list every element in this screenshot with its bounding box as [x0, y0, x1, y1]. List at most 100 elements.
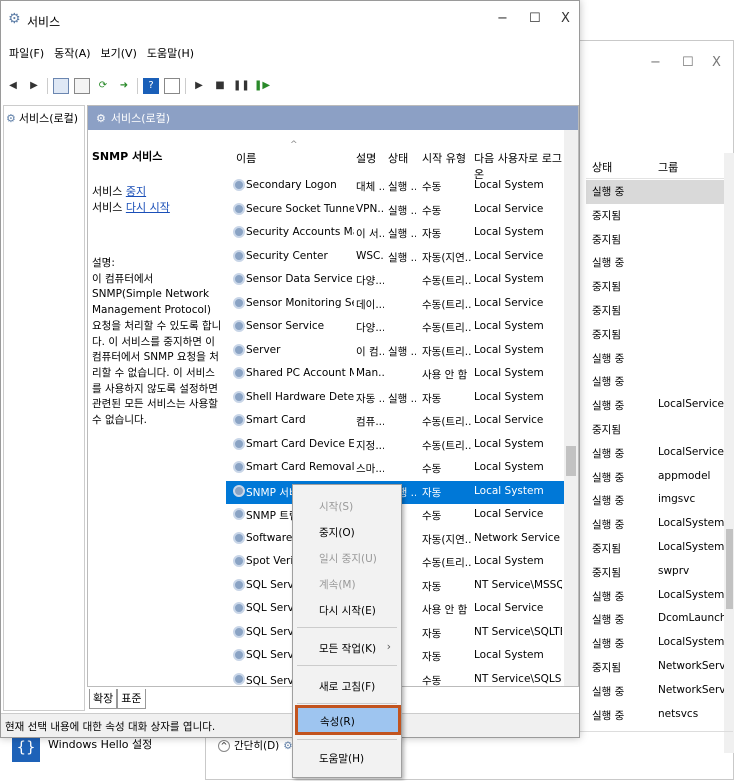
service-startup: 자동: [422, 651, 442, 663]
menu-item-stop[interactable]: 중지(O): [293, 519, 401, 545]
maximize-button[interactable]: ☐: [682, 55, 694, 70]
table-row[interactable]: 실행 중 appmodel: [586, 466, 726, 490]
view-icon[interactable]: [164, 78, 180, 94]
table-row[interactable]: 중지됨: [586, 323, 726, 347]
column-desc-header[interactable]: 설명: [356, 150, 376, 166]
table-row[interactable]: 실행 중 LocalServiceAn...: [586, 394, 734, 418]
table-row[interactable]: Security Center WSC... 실행 ... 자동(지연...Local…: [226, 246, 564, 270]
tree-item-services-local[interactable]: ⚙ 서비스(로컬): [6, 110, 78, 126]
scrollbar-thumb[interactable]: [726, 529, 733, 609]
table-row[interactable]: 실행 중 NetworkService: [586, 680, 734, 704]
properties-icon[interactable]: [74, 78, 90, 94]
table-row[interactable]: 실행 중: [586, 347, 726, 371]
table-row[interactable]: Server 이 컴... 실행 ... 자동(트리...Local System: [226, 340, 564, 364]
service-gear-icon: [233, 343, 245, 356]
menu-item-properties[interactable]: 속성(R): [295, 705, 401, 735]
menu-view[interactable]: 보기(V): [101, 45, 137, 67]
table-row[interactable]: 실행 중 LocalService: [586, 442, 726, 466]
menu-item-start[interactable]: 시작(S): [293, 493, 401, 519]
refresh-icon[interactable]: ⟳: [95, 78, 111, 94]
row-status: 실행 중: [592, 376, 625, 389]
title-bar[interactable]: ⚙ 서비스 − ☐ X: [1, 1, 579, 39]
row-status: 중지됨: [592, 304, 621, 317]
stop-icon[interactable]: ■: [212, 78, 228, 94]
stop-service-link[interactable]: 중지: [126, 185, 146, 198]
scrollbar[interactable]: [564, 130, 578, 686]
tab-standard[interactable]: 표준: [117, 689, 146, 709]
table-row[interactable]: 중지됨: [586, 299, 726, 323]
column-group-header[interactable]: 그룹: [658, 159, 678, 175]
menu-item-refresh[interactable]: 새로 고침(F): [293, 673, 401, 699]
table-row[interactable]: Smart Card 컴퓨... 수동(트리... Local Service: [226, 410, 564, 434]
minimize-button[interactable]: −: [650, 55, 661, 70]
table-row[interactable]: 중지됨: [586, 204, 726, 228]
table-row[interactable]: 실행 중 imgsvc: [586, 489, 726, 513]
menu-item-resume[interactable]: 계속(M): [293, 571, 401, 597]
menu-item-pause[interactable]: 일시 중지(U): [293, 545, 401, 571]
table-row[interactable]: 중지됨: [586, 228, 726, 252]
console-tree-icon[interactable]: [53, 78, 69, 94]
table-row[interactable]: 실행 중 LocalSystemNe...: [586, 513, 734, 537]
table-row[interactable]: 중지됨: [586, 275, 726, 299]
table-row[interactable]: 실행 중 DcomLaunch: [586, 608, 727, 632]
table-row[interactable]: Security Accounts Manager이 서... 실행 ... 자동 L…: [226, 222, 564, 246]
resume-icon[interactable]: ❚▶: [254, 78, 270, 94]
table-row[interactable]: 실행 중: [586, 251, 726, 275]
back-icon[interactable]: ◀: [5, 78, 21, 94]
row-status: 실행 중: [592, 709, 625, 722]
table-row[interactable]: 실행 중 LocalSystemNe...: [586, 585, 734, 609]
table-row[interactable]: Sensor Monitoring Service데이... 수동(트리...Lo…: [226, 293, 564, 317]
maximize-button[interactable]: ☐: [529, 11, 541, 26]
scrollbar-thumb[interactable]: [566, 446, 576, 476]
table-row[interactable]: Smart Card Removal Policy스마... 수동 Local Sy…: [226, 457, 564, 481]
table-row[interactable]: 실행 중: [586, 370, 726, 394]
service-logon: NT Service\SQLTELEM...: [474, 625, 562, 638]
table-row[interactable]: 중지됨 swprv: [586, 561, 726, 585]
table-row[interactable]: Shared PC Account ManagerMan... 사용 안 함 Loc…: [226, 363, 564, 387]
service-gear-icon: [233, 390, 245, 403]
tab-extended[interactable]: 확장: [89, 689, 118, 709]
menu-item-all-tasks[interactable]: 모든 작업(K) ›: [293, 635, 401, 661]
table-row[interactable]: 중지됨: [586, 418, 726, 442]
table-row[interactable]: Shell Hardware Detection자동 ... 실행 ... 자동 Lo…: [226, 387, 564, 411]
column-status-header[interactable]: 상태: [388, 150, 408, 166]
column-name-header[interactable]: 이름: [236, 150, 256, 166]
column-status-header[interactable]: 상태: [592, 159, 612, 175]
service-logon: Local System: [474, 226, 544, 238]
view-tabs: 확장 표준: [89, 689, 146, 709]
table-row[interactable]: 실행 중 netsvcs: [586, 704, 726, 728]
table-row[interactable]: 중지됨 LocalSystemNe...: [586, 537, 734, 561]
service-startup: 자동(지연...: [422, 251, 472, 264]
menu-help[interactable]: 도움말(H): [147, 45, 194, 67]
export-icon[interactable]: ➜: [116, 78, 132, 94]
row-status: 실행 중: [592, 447, 625, 460]
pause-icon[interactable]: ❚❚: [233, 78, 250, 94]
menu-action[interactable]: 동작(A): [54, 45, 90, 67]
windows-hello-label: Windows Hello 설정: [48, 738, 153, 751]
table-row[interactable]: Sensor Data Service 다양... 수동(트리... Local Sy…: [226, 269, 564, 293]
start-icon[interactable]: ▶: [191, 78, 207, 94]
table-row[interactable]: Sensor Service 다양... 수동(트리... Local System: [226, 316, 564, 340]
table-row[interactable]: 중지됨 NetworkService: [586, 656, 734, 680]
table-row[interactable]: Secondary Logon 대체 ... 실행 ... 수동 Local Syste…: [226, 175, 564, 199]
close-button[interactable]: X: [712, 55, 721, 70]
service-startup: 자동: [422, 486, 442, 499]
restart-service-link[interactable]: 다시 시작: [126, 201, 170, 214]
service-gear-icon: [233, 179, 245, 191]
menu-item-restart[interactable]: 다시 시작(E): [293, 597, 401, 623]
close-button[interactable]: X: [561, 11, 570, 26]
help-icon[interactable]: ?: [143, 78, 159, 94]
service-logon: NT Service\MSSQLSER...: [474, 578, 562, 591]
table-row[interactable]: 실행 중: [586, 180, 726, 204]
table-row[interactable]: Secure Socket Tunneling Pr...VPN... 실행 ..…: [226, 199, 564, 223]
table-row[interactable]: Smart Card Device Enumera...지정... 수동(트리..…: [226, 434, 564, 458]
table-row[interactable]: 실행 중 LocalSystemNe...: [586, 632, 734, 656]
menu-file[interactable]: 파일(F): [9, 45, 44, 67]
scrollbar[interactable]: [724, 153, 734, 753]
context-menu: 시작(S) 중지(O) 일시 중지(U) 계속(M) 다시 시작(E) 모든 작…: [292, 484, 402, 778]
menu-item-help[interactable]: 도움말(H): [293, 745, 401, 771]
column-startup-header[interactable]: 시작 유형: [422, 150, 466, 166]
forward-icon[interactable]: ▶: [26, 78, 42, 94]
minimize-button[interactable]: −: [497, 11, 508, 26]
row-status: 중지됨: [592, 542, 621, 555]
